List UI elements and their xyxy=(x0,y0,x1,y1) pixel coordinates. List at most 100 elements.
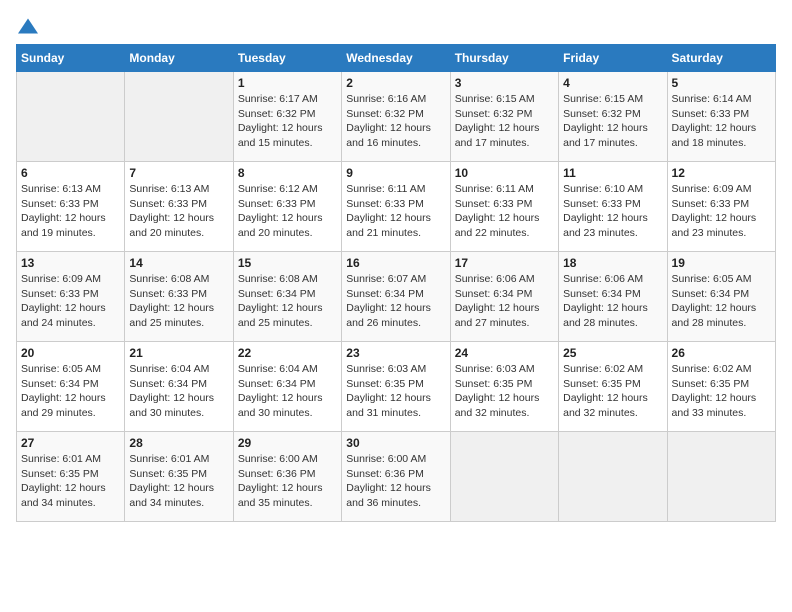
calendar-cell: 4 Sunrise: 6:15 AM Sunset: 6:32 PM Daylig… xyxy=(559,72,667,162)
day-number: 20 xyxy=(21,346,120,360)
day-info: Sunrise: 6:12 AM Sunset: 6:33 PM Dayligh… xyxy=(238,182,337,241)
day-info: Sunrise: 6:14 AM Sunset: 6:33 PM Dayligh… xyxy=(672,92,771,151)
calendar-cell: 29Sunrise: 6:00 AM Sunset: 6:36 PM Dayli… xyxy=(233,432,341,522)
day-info: Sunrise: 6:09 AM Sunset: 6:33 PM Dayligh… xyxy=(21,272,120,331)
day-number: 8 xyxy=(238,166,337,180)
day-number: 17 xyxy=(455,256,554,270)
calendar-cell: 28 Sunrise: 6:01 AM Sunset: 6:35 PM Dayli… xyxy=(125,432,233,522)
calendar-cell: 7 Sunrise: 6:13 AM Sunset: 6:33 PM Daylig… xyxy=(125,162,233,252)
day-info: Sunrise: 6:06 AM Sunset: 6:34 PM Dayligh… xyxy=(563,272,662,331)
day-number: 12 xyxy=(672,166,771,180)
day-info: Sunrise: 6:04 AM Sunset: 6:34 PM Dayligh… xyxy=(238,362,337,421)
calendar-header: SundayMondayTuesdayWednesdayThursdayFrid… xyxy=(17,45,776,72)
day-number: 22 xyxy=(238,346,337,360)
logo-icon xyxy=(18,16,38,36)
weekday-row: SundayMondayTuesdayWednesdayThursdayFrid… xyxy=(17,45,776,72)
calendar-cell: 1 Sunrise: 6:17 AM Sunset: 6:32 PM Daylig… xyxy=(233,72,341,162)
logo xyxy=(16,16,38,32)
calendar-cell xyxy=(450,432,558,522)
day-info: Sunrise: 6:06 AM Sunset: 6:34 PM Dayligh… xyxy=(455,272,554,331)
calendar-cell: 16 Sunrise: 6:07 AM Sunset: 6:34 PM Dayli… xyxy=(342,252,450,342)
day-info: Sunrise: 6:17 AM Sunset: 6:32 PM Dayligh… xyxy=(238,92,337,151)
calendar-cell: 17 Sunrise: 6:06 AM Sunset: 6:34 PM Dayli… xyxy=(450,252,558,342)
calendar-cell: 19 Sunrise: 6:05 AM Sunset: 6:34 PM Dayli… xyxy=(667,252,775,342)
weekday-header: Friday xyxy=(559,45,667,72)
calendar-cell xyxy=(559,432,667,522)
calendar-cell: 14 Sunrise: 6:08 AM Sunset: 6:33 PM Dayli… xyxy=(125,252,233,342)
day-number: 14 xyxy=(129,256,228,270)
day-number: 2 xyxy=(346,76,445,90)
day-number: 3 xyxy=(455,76,554,90)
day-number: 19 xyxy=(672,256,771,270)
day-info: Sunrise: 6:07 AM Sunset: 6:34 PM Dayligh… xyxy=(346,272,445,331)
day-info: Sunrise: 6:00 AM Sunset: 6:36 PM Dayligh… xyxy=(346,452,445,511)
day-info: Sunrise: 6:13 AM Sunset: 6:33 PM Dayligh… xyxy=(21,182,120,241)
day-info: Sunrise: 6:05 AM Sunset: 6:34 PM Dayligh… xyxy=(672,272,771,331)
day-number: 23 xyxy=(346,346,445,360)
calendar-cell: 15Sunrise: 6:08 AM Sunset: 6:34 PM Dayli… xyxy=(233,252,341,342)
weekday-header: Tuesday xyxy=(233,45,341,72)
calendar-cell xyxy=(17,72,125,162)
calendar-cell: 22 Sunrise: 6:04 AM Sunset: 6:34 PM Dayli… xyxy=(233,342,341,432)
calendar-week-row: 27 Sunrise: 6:01 AM Sunset: 6:35 PM Dayli… xyxy=(17,432,776,522)
calendar-cell: 2 Sunrise: 6:16 AM Sunset: 6:32 PM Daylig… xyxy=(342,72,450,162)
day-info: Sunrise: 6:15 AM Sunset: 6:32 PM Dayligh… xyxy=(455,92,554,151)
day-info: Sunrise: 6:16 AM Sunset: 6:32 PM Dayligh… xyxy=(346,92,445,151)
day-info: Sunrise: 6:03 AM Sunset: 6:35 PM Dayligh… xyxy=(346,362,445,421)
day-info: Sunrise: 6:11 AM Sunset: 6:33 PM Dayligh… xyxy=(346,182,445,241)
day-info: Sunrise: 6:00 AM Sunset: 6:36 PM Dayligh… xyxy=(238,452,337,511)
weekday-header: Wednesday xyxy=(342,45,450,72)
calendar-cell: 21 Sunrise: 6:04 AM Sunset: 6:34 PM Dayli… xyxy=(125,342,233,432)
day-info: Sunrise: 6:01 AM Sunset: 6:35 PM Dayligh… xyxy=(129,452,228,511)
day-info: Sunrise: 6:11 AM Sunset: 6:33 PM Dayligh… xyxy=(455,182,554,241)
day-info: Sunrise: 6:15 AM Sunset: 6:32 PM Dayligh… xyxy=(563,92,662,151)
calendar-week-row: 20 Sunrise: 6:05 AM Sunset: 6:34 PM Dayli… xyxy=(17,342,776,432)
calendar-cell: 24 Sunrise: 6:03 AM Sunset: 6:35 PM Dayli… xyxy=(450,342,558,432)
day-info: Sunrise: 6:10 AM Sunset: 6:33 PM Dayligh… xyxy=(563,182,662,241)
day-number: 18 xyxy=(563,256,662,270)
calendar-cell: 12 Sunrise: 6:09 AM Sunset: 6:33 PM Dayli… xyxy=(667,162,775,252)
day-info: Sunrise: 6:09 AM Sunset: 6:33 PM Dayligh… xyxy=(672,182,771,241)
day-number: 16 xyxy=(346,256,445,270)
day-number: 6 xyxy=(21,166,120,180)
day-number: 24 xyxy=(455,346,554,360)
calendar-cell xyxy=(667,432,775,522)
day-info: Sunrise: 6:03 AM Sunset: 6:35 PM Dayligh… xyxy=(455,362,554,421)
day-number: 4 xyxy=(563,76,662,90)
weekday-header: Saturday xyxy=(667,45,775,72)
calendar-cell: 27 Sunrise: 6:01 AM Sunset: 6:35 PM Dayli… xyxy=(17,432,125,522)
calendar-cell: 11 Sunrise: 6:10 AM Sunset: 6:33 PM Dayli… xyxy=(559,162,667,252)
day-number: 7 xyxy=(129,166,228,180)
calendar-cell: 25Sunrise: 6:02 AM Sunset: 6:35 PM Dayli… xyxy=(559,342,667,432)
calendar-week-row: 6 Sunrise: 6:13 AM Sunset: 6:33 PM Daylig… xyxy=(17,162,776,252)
day-number: 11 xyxy=(563,166,662,180)
calendar-cell: 20 Sunrise: 6:05 AM Sunset: 6:34 PM Dayli… xyxy=(17,342,125,432)
day-info: Sunrise: 6:02 AM Sunset: 6:35 PM Dayligh… xyxy=(563,362,662,421)
day-info: Sunrise: 6:04 AM Sunset: 6:34 PM Dayligh… xyxy=(129,362,228,421)
day-info: Sunrise: 6:13 AM Sunset: 6:33 PM Dayligh… xyxy=(129,182,228,241)
day-number: 30 xyxy=(346,436,445,450)
day-number: 21 xyxy=(129,346,228,360)
calendar-cell: 26Sunrise: 6:02 AM Sunset: 6:35 PM Dayli… xyxy=(667,342,775,432)
day-number: 27 xyxy=(21,436,120,450)
calendar-cell: 23 Sunrise: 6:03 AM Sunset: 6:35 PM Dayli… xyxy=(342,342,450,432)
day-number: 1 xyxy=(238,76,337,90)
day-number: 28 xyxy=(129,436,228,450)
calendar-week-row: 1 Sunrise: 6:17 AM Sunset: 6:32 PM Daylig… xyxy=(17,72,776,162)
calendar-cell: 10Sunrise: 6:11 AM Sunset: 6:33 PM Dayli… xyxy=(450,162,558,252)
calendar-cell: 18 Sunrise: 6:06 AM Sunset: 6:34 PM Dayli… xyxy=(559,252,667,342)
day-info: Sunrise: 6:08 AM Sunset: 6:33 PM Dayligh… xyxy=(129,272,228,331)
calendar-cell: 13 Sunrise: 6:09 AM Sunset: 6:33 PM Dayli… xyxy=(17,252,125,342)
day-info: Sunrise: 6:01 AM Sunset: 6:35 PM Dayligh… xyxy=(21,452,120,511)
calendar-cell: 8 Sunrise: 6:12 AM Sunset: 6:33 PM Daylig… xyxy=(233,162,341,252)
day-info: Sunrise: 6:05 AM Sunset: 6:34 PM Dayligh… xyxy=(21,362,120,421)
day-info: Sunrise: 6:02 AM Sunset: 6:35 PM Dayligh… xyxy=(672,362,771,421)
day-number: 13 xyxy=(21,256,120,270)
calendar-table: SundayMondayTuesdayWednesdayThursdayFrid… xyxy=(16,44,776,522)
calendar-cell: 6 Sunrise: 6:13 AM Sunset: 6:33 PM Daylig… xyxy=(17,162,125,252)
weekday-header: Monday xyxy=(125,45,233,72)
calendar-cell: 3 Sunrise: 6:15 AM Sunset: 6:32 PM Daylig… xyxy=(450,72,558,162)
day-number: 15 xyxy=(238,256,337,270)
page-header xyxy=(16,16,776,32)
calendar-cell xyxy=(125,72,233,162)
